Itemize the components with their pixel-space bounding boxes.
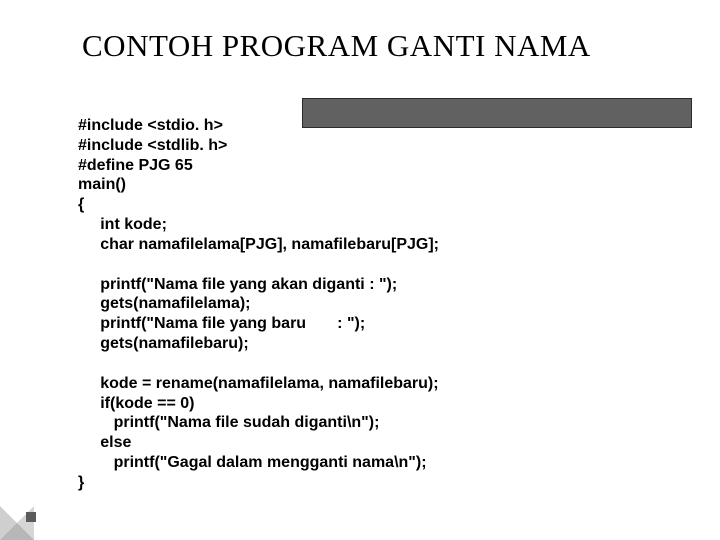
code-line: #include <stdlib. h>: [78, 137, 227, 154]
footer-bullet-icon: [26, 512, 36, 522]
code-line: {: [78, 196, 84, 213]
code-line: printf("Nama file sudah diganti\n");: [78, 414, 379, 431]
code-line: kode = rename(namafilelama, namafilebaru…: [78, 375, 439, 392]
code-line: if(kode == 0): [78, 395, 194, 412]
code-line: int kode;: [78, 216, 167, 233]
code-line: char namafilelama[PJG], namafilebaru[PJG…: [78, 236, 439, 253]
code-line: #include <stdio. h>: [78, 117, 223, 134]
code-line: main(): [78, 176, 126, 193]
code-line: }: [78, 474, 84, 491]
code-line: #define PJG 65: [78, 157, 193, 174]
code-line: printf("Gagal dalam mengganti nama\n");: [78, 454, 427, 471]
slide-title: CONTOH PROGRAM GANTI NAMA: [82, 28, 672, 64]
code-line: gets(namafilelama);: [78, 295, 251, 312]
code-line: printf("Nama file yang baru : ");: [78, 315, 365, 332]
code-line: gets(namafilebaru);: [78, 335, 249, 352]
code-line: else: [78, 434, 131, 451]
code-line: printf("Nama file yang akan diganti : ")…: [78, 276, 397, 293]
slide: CONTOH PROGRAM GANTI NAMA #include <stdi…: [0, 0, 720, 540]
code-block: #include <stdio. h> #include <stdlib. h>…: [78, 116, 672, 493]
